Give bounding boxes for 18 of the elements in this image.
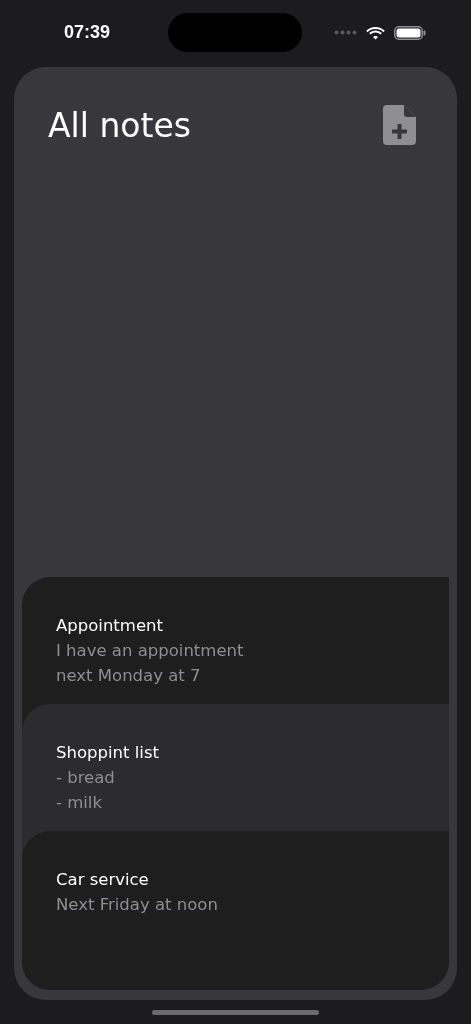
signal-icon — [334, 30, 357, 35]
note-title: Shoppint list — [56, 742, 160, 764]
wifi-icon — [366, 25, 385, 40]
note-card[interactable]: Shoppint list - bread - milk — [22, 704, 449, 831]
note-text: next Monday at 7 — [56, 665, 202, 687]
status-time: 07:39 — [64, 22, 112, 43]
note-text: Next Friday at noon — [56, 894, 219, 916]
battery-icon — [394, 25, 426, 40]
note-title: Appointment — [56, 615, 164, 637]
new-note-button[interactable] — [383, 105, 416, 145]
note-card[interactable]: Car service Next Friday at noon — [22, 831, 449, 990]
note-text: I have an appointment — [56, 640, 245, 662]
note-card[interactable]: Appointment I have an appointment next Monday at 7 — [22, 577, 449, 704]
document-plus-icon — [383, 105, 416, 145]
note-text: - bread — [56, 767, 116, 789]
note-text: - milk — [56, 792, 103, 814]
page-title: All notes — [48, 105, 191, 145]
note-title: Car service — [56, 869, 150, 891]
